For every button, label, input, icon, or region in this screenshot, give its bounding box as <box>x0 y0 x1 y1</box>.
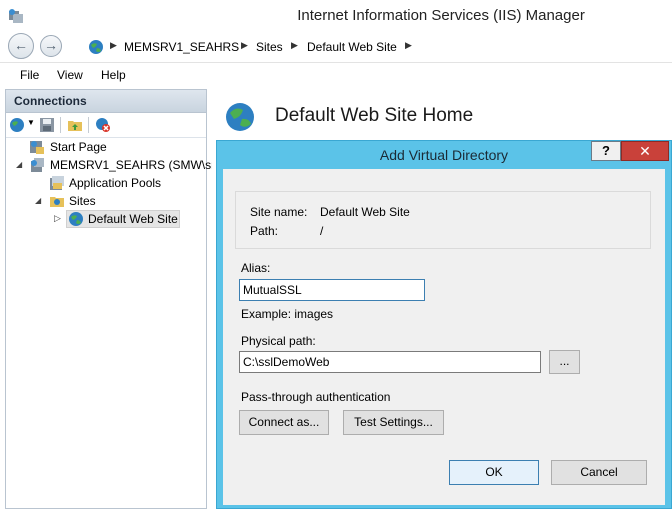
browse-button[interactable]: ... <box>549 350 580 374</box>
globe-icon <box>226 103 254 131</box>
dialog-title-bar: Add Virtual Directory ? ✕ <box>217 141 671 169</box>
breadcrumb-server[interactable]: MEMSRV1_SEAHRS <box>124 40 239 54</box>
disconnect-icon[interactable] <box>95 117 111 133</box>
tree-server[interactable]: MEMSRV1_SEAHRS (SMW\sm <box>50 158 221 172</box>
breadcrumb-separator: ▶ <box>405 40 412 50</box>
connect-globe-icon[interactable] <box>9 117 25 133</box>
title-bar: Internet Information Services (IIS) Mana… <box>0 0 672 32</box>
site-name-value: Default Web Site <box>320 205 410 219</box>
alias-example-text: Example: images <box>241 307 334 321</box>
address-bar: ← → ▶ MEMSRV1_SEAHRS ▶ Sites ▶ Default W… <box>0 32 672 63</box>
add-virtual-directory-dialog: Add Virtual Directory ? ✕ Site name: Def… <box>216 140 672 509</box>
menu-bar: File View Help <box>0 63 672 88</box>
arrow-right-icon: → <box>44 37 58 53</box>
toolbar-divider <box>88 117 89 133</box>
tree-default-web-site[interactable]: Default Web Site <box>88 212 178 226</box>
address-field[interactable]: ▶ MEMSRV1_SEAHRS ▶ Sites ▶ Default Web S… <box>84 36 668 58</box>
sites-folder-icon <box>50 197 64 207</box>
globe-icon <box>69 212 83 226</box>
arrow-left-icon: ← <box>14 37 28 53</box>
expand-arrow-icon[interactable]: ▷ <box>54 213 61 224</box>
dialog-body: Site name: Default Web Site Path: / Alia… <box>223 169 665 505</box>
toolbar-divider <box>60 117 61 133</box>
site-name-label: Site name: <box>250 205 308 219</box>
path-label: Path: <box>250 224 279 238</box>
breadcrumb-separator: ▶ <box>110 40 117 50</box>
close-button[interactable]: ✕ <box>621 141 669 161</box>
passthrough-auth-label: Pass-through authentication <box>241 390 391 404</box>
help-button[interactable]: ? <box>591 141 621 161</box>
connections-header: Connections <box>6 90 206 113</box>
physical-path-input[interactable]: C:\sslDemoWeb <box>239 351 541 373</box>
breadcrumb-separator: ▶ <box>241 40 248 50</box>
tree-app-pools[interactable]: Application Pools <box>69 176 161 190</box>
alias-input[interactable]: MutualSSL <box>239 279 425 301</box>
server-icon <box>31 158 44 172</box>
window-title: Internet Information Services (IIS) Mana… <box>297 7 585 24</box>
menu-view[interactable]: View <box>57 68 83 82</box>
app-pools-icon <box>50 176 64 190</box>
dropdown-arrow-icon[interactable]: ▼ <box>27 118 35 127</box>
back-button[interactable]: ← <box>8 33 34 59</box>
forward-button[interactable]: → <box>40 35 62 57</box>
tree-start-page[interactable]: Start Page <box>50 140 107 154</box>
test-settings-button[interactable]: Test Settings... <box>343 410 444 435</box>
cancel-button[interactable]: Cancel <box>551 460 647 485</box>
collapse-arrow-icon[interactable]: ◢ <box>35 196 41 205</box>
ok-button[interactable]: OK <box>449 460 539 485</box>
alias-label: Alias: <box>241 261 271 275</box>
breadcrumb-sites[interactable]: Sites <box>256 40 283 54</box>
connect-as-button[interactable]: Connect as... <box>239 410 329 435</box>
globe-icon <box>89 40 103 54</box>
site-info-box: Site name: Default Web Site Path: / <box>235 191 651 249</box>
collapse-arrow-icon[interactable]: ◢ <box>16 160 22 169</box>
tree-sites[interactable]: Sites <box>69 194 96 208</box>
connections-toolbar: ▼ <box>6 113 206 138</box>
save-icon[interactable] <box>39 117 55 133</box>
breadcrumb-separator: ▶ <box>291 40 298 50</box>
up-folder-icon[interactable] <box>67 117 83 133</box>
page-title: Default Web Site Home <box>275 105 474 126</box>
connections-pane: Connections ▼ Start Page ◢ MEMSRV1_SEAHR… <box>5 89 221 509</box>
physical-path-label: Physical path: <box>241 334 316 348</box>
menu-help[interactable]: Help <box>101 68 126 82</box>
breadcrumb-default-site[interactable]: Default Web Site <box>307 40 397 54</box>
connections-title: Connections <box>14 94 87 108</box>
start-page-icon <box>30 141 44 154</box>
menu-file[interactable]: File <box>20 68 39 82</box>
path-value: / <box>320 224 324 238</box>
